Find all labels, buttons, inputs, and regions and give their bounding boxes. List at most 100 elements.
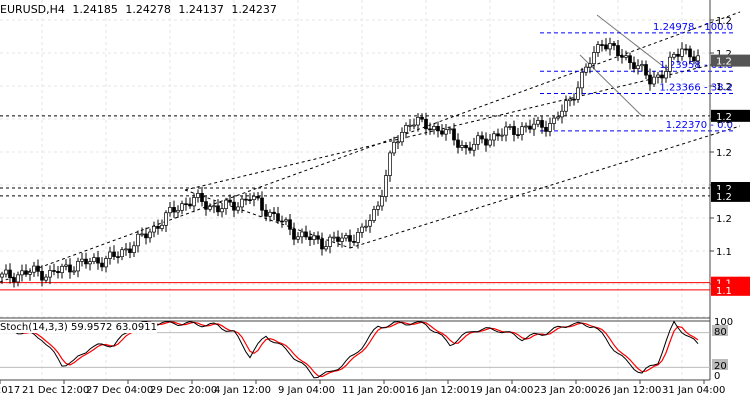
bullish-candle <box>72 270 76 273</box>
bullish-candle <box>536 120 540 125</box>
bullish-candle <box>548 123 552 132</box>
time-label: ec 2017 <box>0 385 20 396</box>
price-label: 1.2 <box>716 148 732 159</box>
bearish-candle <box>128 248 132 253</box>
bearish-candle <box>512 126 516 135</box>
bullish-candle <box>168 207 172 214</box>
high-price: 1.24278 <box>125 3 171 16</box>
bearish-candle <box>68 264 72 273</box>
bearish-candle <box>528 125 532 130</box>
bearish-candle <box>604 44 608 50</box>
bearish-candle <box>336 236 340 242</box>
bearish-candle <box>600 44 604 46</box>
stochastic-label: Stoch(14,3,3) 59.9572 63.0911 <box>0 322 157 333</box>
bullish-candle <box>16 274 20 283</box>
bullish-candle <box>696 55 700 62</box>
close-price: 1.24237 <box>231 3 277 16</box>
price-chart[interactable]: 1.24978 - 100.01.23958 - 61.81.23366 - 3… <box>0 0 750 400</box>
bearish-candle <box>692 56 696 62</box>
bearish-candle <box>304 231 308 238</box>
bearish-candle <box>8 269 12 278</box>
bearish-candle <box>216 205 220 213</box>
bullish-candle <box>608 43 612 50</box>
bullish-candle <box>656 74 660 78</box>
bullish-candle <box>532 123 536 130</box>
bearish-candle <box>468 147 472 151</box>
bullish-candle <box>404 125 408 133</box>
bullish-candle <box>240 198 244 208</box>
bearish-candle <box>12 277 16 283</box>
bearish-candle <box>184 203 188 206</box>
bullish-candle <box>340 237 344 242</box>
bearish-candle <box>440 130 444 135</box>
bullish-candle <box>500 134 504 137</box>
pullback-line <box>184 189 351 249</box>
bearish-candle <box>156 225 160 229</box>
bullish-candle <box>412 124 416 127</box>
bullish-candle <box>568 98 572 102</box>
bullish-candle <box>364 225 368 228</box>
bullish-candle <box>460 145 464 148</box>
time-label: 23 Jan 20:00 <box>534 385 597 396</box>
bullish-candle <box>140 233 144 236</box>
bearish-candle <box>256 195 260 199</box>
bullish-candle <box>580 71 584 89</box>
low-price: 1.24137 <box>178 3 224 16</box>
bearish-candle <box>144 233 148 239</box>
bullish-candle <box>368 220 372 227</box>
bearish-candle <box>688 48 692 58</box>
bullish-candle <box>400 131 404 143</box>
bullish-candle <box>92 257 96 262</box>
bearish-candle <box>572 98 576 101</box>
bullish-candle <box>108 251 112 259</box>
bullish-candle <box>164 212 168 226</box>
bearish-candle <box>620 55 624 58</box>
bullish-candle <box>328 236 332 247</box>
trend-channel-lines <box>0 11 741 283</box>
bearish-candle <box>464 145 468 149</box>
price-marker-label: 1.2 <box>716 112 732 123</box>
bearish-candle <box>644 64 648 76</box>
bearish-candle <box>100 262 104 268</box>
bearish-candle <box>244 198 248 201</box>
bullish-candle <box>372 209 376 221</box>
bullish-candle <box>176 209 180 213</box>
bullish-candle <box>136 233 140 247</box>
bullish-candle <box>252 195 256 200</box>
bullish-candle <box>408 124 412 127</box>
bearish-candle <box>272 211 276 215</box>
time-label: 16 Jan 12:00 <box>406 385 469 396</box>
bearish-candle <box>96 257 100 264</box>
bullish-candle <box>48 270 52 278</box>
bullish-candle <box>28 271 32 275</box>
bullish-candle <box>160 224 164 229</box>
bearish-candle <box>428 128 432 131</box>
bearish-candle <box>628 55 632 63</box>
bearish-candle <box>292 228 296 240</box>
time-label: 27 Dec 04:00 <box>86 385 153 396</box>
bullish-candle <box>584 66 588 73</box>
bullish-candle <box>60 265 64 274</box>
bullish-candle <box>668 56 672 72</box>
bullish-candle <box>432 126 436 131</box>
bullish-candle <box>148 231 152 239</box>
bearish-candle <box>456 139 460 148</box>
bearish-candle <box>52 270 56 272</box>
bullish-candle <box>104 258 108 268</box>
bullish-candle <box>88 261 92 265</box>
bearish-candle <box>276 213 280 222</box>
bearish-candle <box>544 127 548 132</box>
time-label: 21 Dec 12:00 <box>22 385 89 396</box>
bullish-candle <box>556 116 560 119</box>
bullish-candle <box>80 258 84 262</box>
bearish-candle <box>200 192 204 202</box>
bullish-candle <box>392 141 396 154</box>
bullish-candle <box>300 231 304 238</box>
bearish-candle <box>352 240 356 243</box>
middle-channel-line <box>184 57 741 191</box>
bearish-candle <box>516 134 520 136</box>
bearish-candle <box>116 256 120 258</box>
bearish-candle <box>36 265 40 272</box>
bearish-candle <box>288 219 292 230</box>
bullish-candle <box>636 65 640 70</box>
